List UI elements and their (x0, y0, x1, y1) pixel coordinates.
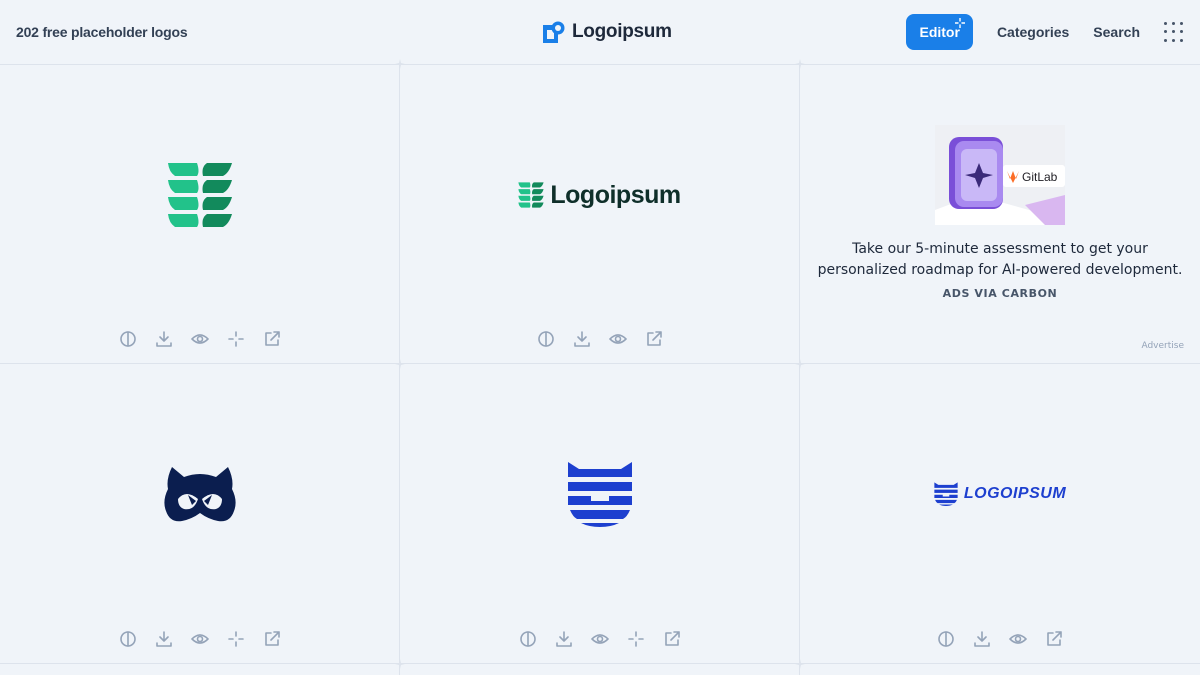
nav-categories[interactable]: Categories (997, 24, 1069, 40)
logo-actions (0, 329, 399, 349)
brand-text: Logoipsum (572, 21, 672, 42)
blue-striped-wordmark: LOGOIPSUM (934, 482, 1066, 506)
logo-actions (800, 629, 1200, 649)
grid-cross-icon (395, 359, 405, 369)
logo-card[interactable]: Logoipsum (400, 64, 800, 364)
green-leaf-wordmark-icon (518, 182, 544, 208)
contrast-icon[interactable] (936, 629, 956, 649)
download-icon[interactable] (154, 329, 174, 349)
wordmark-text: Logoipsum (550, 180, 681, 209)
ad-card[interactable]: GitLab Take our 5-minute assessment to g… (800, 64, 1200, 364)
ad-image-label: GitLab (1022, 170, 1058, 184)
advertise-link[interactable]: Advertise (1141, 341, 1184, 351)
logo-card-partial (0, 664, 400, 675)
wordmark-text: LOGOIPSUM (963, 485, 1067, 502)
grid-cross-icon (795, 59, 805, 69)
editor-button[interactable]: Editor (906, 14, 973, 50)
blue-striped-cat-icon (567, 462, 632, 527)
eye-icon[interactable] (1008, 629, 1028, 649)
logo-card[interactable]: LOGOIPSUM (800, 364, 1200, 664)
tagline: 202 free placeholder logos (16, 24, 188, 40)
grid-cross-icon (795, 659, 805, 669)
sparkle-icon[interactable] (226, 329, 246, 349)
logo-grid: Logoipsum GitLab Take our 5-minute asses… (0, 59, 1200, 675)
contrast-icon[interactable] (536, 329, 556, 349)
logo-card[interactable] (400, 364, 800, 664)
ad-text[interactable]: Take our 5-minute assessment to get your… (800, 239, 1200, 281)
gitlab-ad-graphic: GitLab (935, 125, 1065, 225)
grid-cross-icon (395, 659, 405, 669)
external-link-icon[interactable] (662, 629, 682, 649)
logo-card-partial (800, 664, 1200, 675)
green-leaf-wordmark: Logoipsum (518, 180, 681, 210)
eye-icon[interactable] (608, 329, 628, 349)
download-icon[interactable] (572, 329, 592, 349)
logo-actions (400, 629, 799, 649)
external-link-icon[interactable] (262, 329, 282, 349)
brand-icon (543, 21, 565, 43)
main-nav: Editor Categories Search (906, 14, 1184, 50)
sparkle-icon[interactable] (626, 629, 646, 649)
external-link-icon[interactable] (1044, 629, 1064, 649)
brand-logo[interactable]: Logoipsum (542, 20, 672, 44)
contrast-icon[interactable] (118, 329, 138, 349)
download-icon[interactable] (972, 629, 992, 649)
contrast-icon[interactable] (518, 629, 538, 649)
top-header: 202 free placeholder logos Logoipsum Edi… (0, 0, 1200, 64)
external-link-icon[interactable] (644, 329, 664, 349)
nav-search[interactable]: Search (1093, 24, 1140, 40)
apps-grid-icon[interactable] (1164, 22, 1184, 42)
ad-via-carbon[interactable]: ADS VIA CARBON (800, 287, 1200, 300)
navy-raccoon-icon (163, 467, 236, 522)
editor-button-label: Editor (919, 24, 960, 40)
logo-card[interactable] (0, 364, 400, 664)
eye-icon[interactable] (190, 329, 210, 349)
contrast-icon[interactable] (118, 629, 138, 649)
grid-cross-icon (795, 359, 805, 369)
sparkle-icon[interactable] (226, 629, 246, 649)
eye-icon[interactable] (590, 629, 610, 649)
green-leaf-stack-icon (167, 163, 232, 227)
grid-cross-icon (395, 59, 405, 69)
logo-actions (0, 629, 399, 649)
ad-image[interactable]: GitLab (935, 125, 1065, 225)
external-link-icon[interactable] (262, 629, 282, 649)
download-icon[interactable] (154, 629, 174, 649)
logo-actions (400, 329, 799, 349)
logo-card-partial (400, 664, 800, 675)
sparkle-icon (954, 18, 965, 28)
logo-card[interactable] (0, 64, 400, 364)
download-icon[interactable] (554, 629, 574, 649)
eye-icon[interactable] (190, 629, 210, 649)
blue-striped-wordmark-icon (934, 482, 958, 506)
